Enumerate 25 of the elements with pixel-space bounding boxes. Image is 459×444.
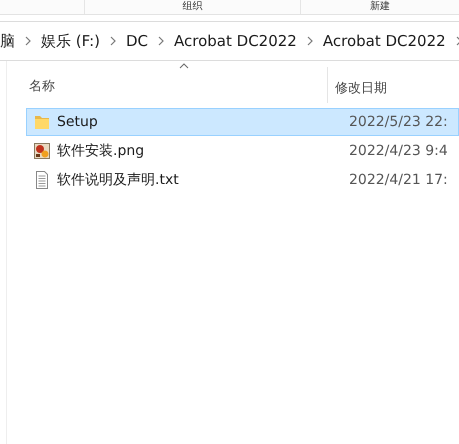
chevron-right-icon — [25, 36, 31, 46]
file-row[interactable]: 软件说明及声明.txt 2022/4/21 17: — [26, 166, 459, 194]
column-header[interactable]: 修改日期 — [335, 79, 387, 97]
column-header[interactable]: 名称 — [29, 77, 55, 95]
breadcrumb-item[interactable]: Acrobat DC2022 — [170, 32, 301, 50]
file-name: 软件说明及声明.txt — [57, 171, 180, 189]
file-name: 软件安装.png — [57, 142, 146, 160]
file-row[interactable]: 软件安装.png 2022/4/23 9:4 — [26, 137, 459, 165]
modified-date: 2022/4/23 9:4 — [349, 143, 448, 159]
modified-date: 2022/5/23 22: — [349, 114, 448, 130]
breadcrumb-item[interactable]: 娱乐 (F:) — [37, 32, 104, 50]
text-file-icon — [34, 171, 50, 189]
breadcrumb-item[interactable]: Acrobat DC2022 — [318, 32, 450, 50]
image-file-icon — [34, 142, 50, 160]
ribbon-group-label: 新建 — [370, 1, 390, 13]
folder-icon — [34, 113, 50, 131]
chevron-right-icon — [158, 36, 164, 46]
chevron-right-icon — [110, 36, 116, 46]
chevron-right-icon — [306, 36, 313, 46]
breadcrumb-item[interactable]: DC — [122, 32, 152, 50]
file-name: Setup — [57, 114, 99, 130]
file-row[interactable]: Setup 2022/5/23 22: — [26, 108, 459, 136]
ribbon-group-label: 组织 — [182, 1, 203, 13]
breadcrumb-item[interactable]: 脑 — [0, 32, 19, 50]
modified-date: 2022/4/21 17: — [349, 172, 448, 188]
